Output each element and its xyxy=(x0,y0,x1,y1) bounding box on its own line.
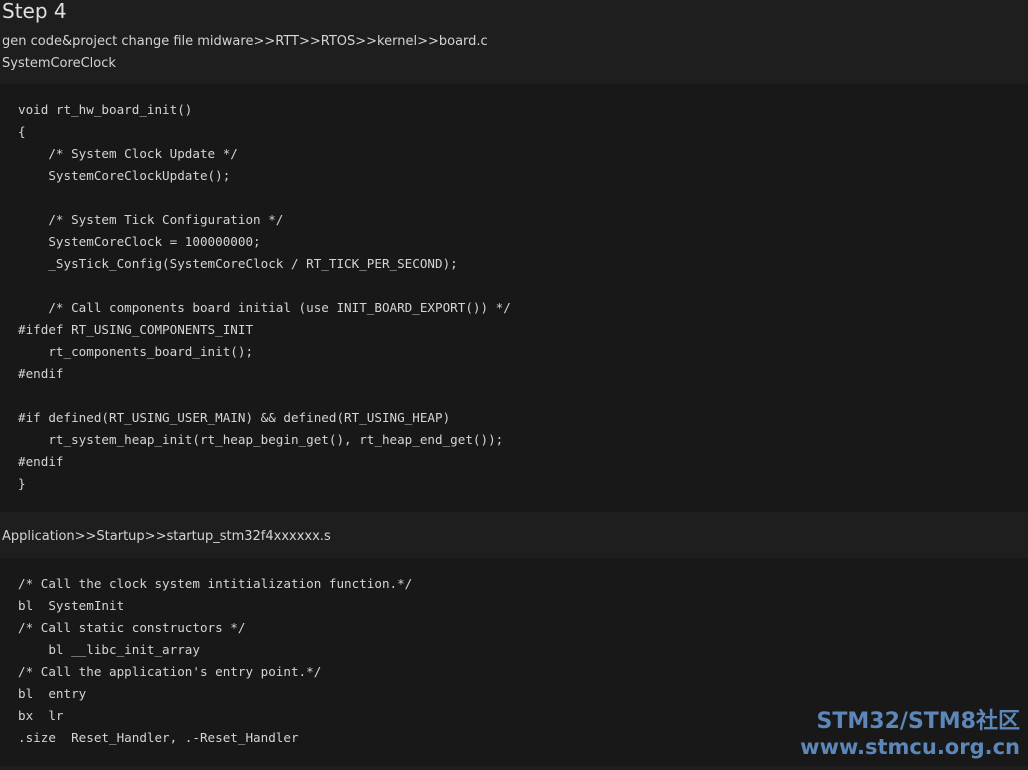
startup-code-line: /* Call the application's entry point.*/ xyxy=(18,664,322,679)
board-init-code-line: _SysTick_Config(SystemCoreClock / RT_TIC… xyxy=(18,256,458,271)
startup-code-line: /* Call the clock system intitialization… xyxy=(18,576,413,591)
board-init-code-line: } xyxy=(18,476,26,491)
startup-code-line: /* Call static constructors */ xyxy=(18,620,246,635)
board-init-code-line: #endif xyxy=(18,366,64,381)
board-init-code-line: #ifdef RT_USING_COMPONENTS_INIT xyxy=(18,322,254,337)
board-init-code-line: /* System Tick Configuration */ xyxy=(18,212,284,227)
step-heading: Step 4 xyxy=(2,0,67,23)
board-init-code-line: /* Call components board initial (use IN… xyxy=(18,300,511,315)
board-init-code-line: rt_components_board_init(); xyxy=(18,344,254,359)
startup-path-line: Application>>Startup>>startup_stm32f4xxx… xyxy=(2,529,331,544)
watermark-community-name: STM32/STM8社区 xyxy=(816,709,1020,734)
code-block-board-init: void rt_hw_board_init() { /* System Clock… xyxy=(0,84,1028,512)
startup-code-line: bl entry xyxy=(18,686,87,701)
board-init-code-line: #if defined(RT_USING_USER_MAIN) && defin… xyxy=(18,410,451,425)
board-init-code-line: void rt_hw_board_init() xyxy=(18,102,193,117)
board-init-code-line: { xyxy=(18,124,26,139)
startup-code-line: bl SystemInit xyxy=(18,598,125,613)
function-name-line: SystemCoreClock xyxy=(2,56,116,71)
board-init-code-line: /* System Clock Update */ xyxy=(18,146,238,161)
board-init-code-line: #endif xyxy=(18,454,64,469)
board-init-code-line: SystemCoreClockUpdate(); xyxy=(18,168,231,183)
board-init-code-line xyxy=(18,275,1028,297)
startup-code-line: bl __libc_init_array xyxy=(18,642,200,657)
watermark-url: www.stmcu.org.cn xyxy=(800,735,1020,759)
board-init-code-line: SystemCoreClock = 100000000; xyxy=(18,234,261,249)
board-init-code-line xyxy=(18,187,1028,209)
board-init-code-line xyxy=(18,385,1028,407)
file-path-line: gen code&project change file midware>>RT… xyxy=(2,34,488,49)
board-init-code-line: rt_system_heap_init(rt_heap_begin_get(),… xyxy=(18,432,504,447)
